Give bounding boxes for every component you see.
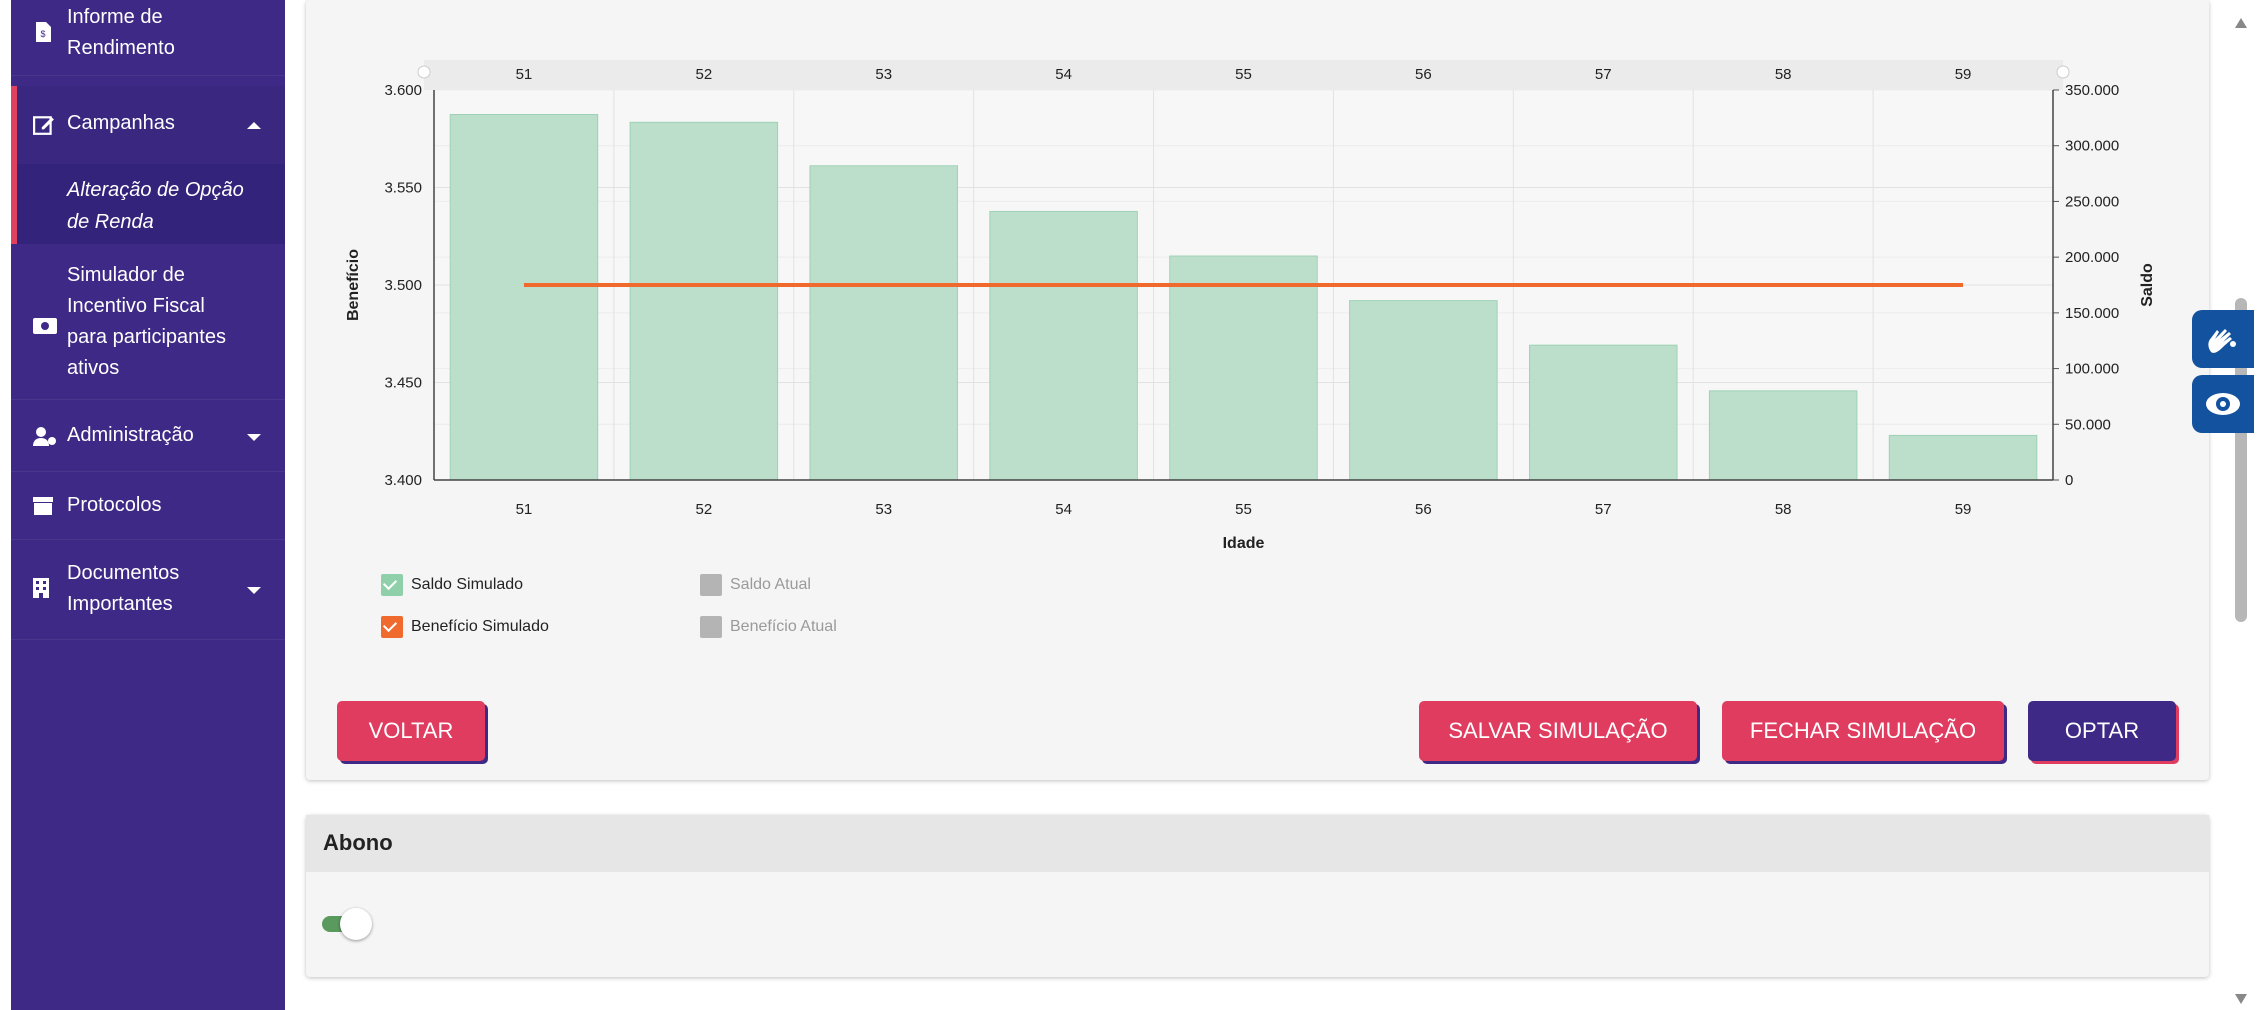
abono-header: Abono	[306, 815, 2209, 872]
sidebar-item-protocolos[interactable]: Protocolos	[11, 472, 285, 540]
y-tick-label-right: 200.000	[2065, 249, 2119, 266]
x-tick-label-top: 52	[695, 66, 712, 83]
scroll-down-icon[interactable]	[2235, 994, 2247, 1004]
sidebar-item-label: Administração	[67, 424, 194, 446]
simulation-chart: 3.400 3.450 3.500 3.550 3.600 0 50.000 100.000 1…	[345, 60, 2156, 552]
legend-label: Benefício Atual	[730, 618, 837, 635]
navigator-handle-left	[417, 65, 431, 79]
hands-icon	[2208, 329, 2236, 353]
sidebar-item-simulador-incentivo[interactable]: Simulador de Incentivo Fiscal para partici…	[11, 244, 285, 400]
bar-saldo-simulado	[809, 165, 958, 481]
y-tick-label-right: 250.000	[2065, 193, 2119, 210]
x-tick-label-top: 57	[1595, 66, 1612, 83]
sidebar-item-label: Informe de Rendimento	[67, 6, 175, 59]
y-tick-label-left: 3.600	[384, 82, 422, 99]
sidebar: $ Informe de Rendimento Campanhas Alteraç…	[11, 0, 285, 1010]
visual-accessibility-button[interactable]	[2192, 375, 2254, 433]
checkbox-icon	[381, 574, 403, 596]
legend-item-saldo-simulado[interactable]: Saldo Simulado	[381, 574, 523, 596]
eye-icon	[2206, 393, 2240, 415]
y-tick-label-right: 100.000	[2065, 361, 2119, 378]
bar-saldo-simulado	[629, 121, 779, 481]
sidebar-item-campanhas[interactable]: Campanhas	[11, 86, 285, 164]
svg-text:$: $	[40, 29, 45, 39]
legend-item-beneficio-atual[interactable]: Benefício Atual	[700, 616, 837, 638]
x-tick-label-top: 55	[1235, 66, 1252, 83]
x-tick-label: 56	[1415, 501, 1432, 518]
y-axis-title-left: Benefício	[345, 249, 362, 321]
bar-saldo-simulado	[989, 210, 1138, 481]
toggle-knob	[340, 908, 372, 940]
sidebar-item-documentos-importantes[interactable]: Documentos Importantes	[11, 540, 285, 640]
y-tick-label-left: 3.400	[384, 472, 422, 489]
y-tick-label-right: 350.000	[2065, 82, 2119, 99]
y-tick-label-right: 50.000	[2065, 416, 2111, 433]
file-dollar-icon: $	[36, 22, 51, 42]
bar-saldo-simulado	[1169, 255, 1318, 481]
bar-saldo-simulado	[1529, 344, 1678, 481]
archive-icon	[33, 497, 53, 515]
sidebar-item-label: Simulador de Incentivo Fiscal para partici…	[67, 264, 226, 379]
y-tick-label-left: 3.500	[384, 277, 422, 294]
x-tick-label: 52	[695, 501, 712, 518]
y-tick-label-right: 300.000	[2065, 138, 2119, 155]
bar-saldo-simulado	[1888, 434, 2038, 481]
abono-toggle[interactable]	[318, 907, 372, 940]
checkbox-icon	[700, 616, 722, 638]
sidebar-subitem-alteracao-opcao-renda[interactable]: Alteração de Opção de Renda	[11, 164, 285, 244]
edit-icon	[33, 116, 54, 135]
legend-label: Benefício Simulado	[411, 618, 549, 635]
scroll-up-icon[interactable]	[2235, 18, 2247, 28]
x-tick-label: 59	[1955, 501, 1972, 518]
sidebar-item-label: Alteração de Opção de Renda	[67, 179, 244, 233]
y-tick-label-left: 3.550	[384, 180, 422, 197]
x-tick-label-top: 58	[1775, 66, 1792, 83]
chevron-down-icon	[247, 434, 261, 441]
navigator-handle-right	[2056, 65, 2070, 79]
sidebar-item-administracao[interactable]: Administração	[11, 400, 285, 472]
x-tick-label-top: 56	[1415, 66, 1432, 83]
x-tick-label-top: 53	[875, 66, 892, 83]
bar-saldo-simulado	[1708, 390, 1858, 481]
x-tick-label-top: 51	[516, 66, 533, 83]
x-axis-title: Idade	[1223, 535, 1265, 552]
x-tick-label: 57	[1595, 501, 1612, 518]
x-tick-label: 58	[1775, 501, 1792, 518]
y-tick-label-left: 3.450	[384, 375, 422, 392]
simulation-card: 3.400 3.450 3.500 3.550 3.600 0 50.000 100.000 1…	[306, 0, 2209, 780]
y-tick-label-right: 150.000	[2065, 305, 2119, 322]
x-tick-label: 53	[875, 501, 892, 518]
x-tick-label: 51	[516, 501, 533, 518]
x-tick-label: 55	[1235, 501, 1252, 518]
bar-saldo-simulado	[1349, 300, 1498, 481]
sign-language-button[interactable]	[2192, 310, 2254, 368]
voltar-button[interactable]: VOLTAR	[337, 701, 485, 761]
legend-label: Saldo Atual	[730, 576, 811, 593]
bar-saldo-simulado	[449, 114, 599, 481]
optar-button[interactable]: OPTAR	[2028, 701, 2176, 761]
fechar-simulacao-button[interactable]: FECHAR SIMULAÇÃO	[1722, 701, 2004, 761]
sidebar-item-label: Campanhas	[67, 112, 175, 134]
legend-label: Saldo Simulado	[411, 576, 524, 593]
legend-item-beneficio-simulado[interactable]: Benefício Simulado	[381, 616, 549, 638]
sidebar-item-informe-rendimento[interactable]: $ Informe de Rendimento	[11, 0, 285, 76]
y-tick-label-right: 0	[2065, 472, 2073, 489]
legend-item-saldo-atual[interactable]: Saldo Atual	[700, 574, 811, 596]
sidebar-item-label: Protocolos	[67, 494, 162, 516]
x-tick-label-top: 54	[1055, 66, 1072, 83]
users-gear-icon	[33, 427, 56, 446]
checkbox-icon	[381, 616, 403, 638]
money-icon	[33, 318, 57, 334]
salvar-simulacao-button[interactable]: SALVAR SIMULAÇÃO	[1419, 701, 1697, 761]
sidebar-item-label: Documentos Importantes	[67, 562, 180, 615]
x-tick-label: 54	[1055, 501, 1072, 518]
x-tick-label-top: 59	[1955, 66, 1972, 83]
building-icon	[33, 578, 49, 598]
abono-card: Abono	[306, 815, 2209, 977]
y-axis-title-right: Saldo	[2139, 263, 2156, 307]
checkbox-icon	[700, 574, 722, 596]
chevron-up-icon	[247, 122, 261, 129]
abono-title: Abono	[323, 830, 393, 855]
chevron-down-icon	[247, 587, 261, 594]
